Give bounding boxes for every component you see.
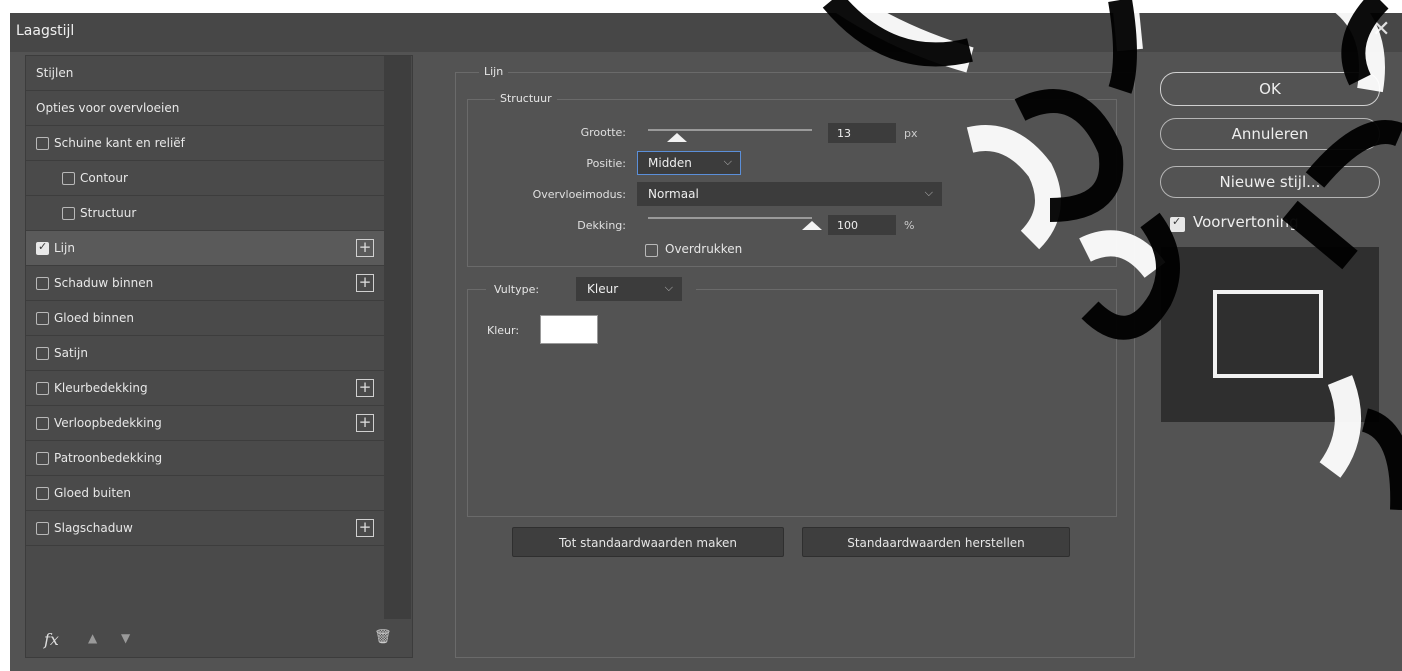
sidebar-item-stijlen[interactable]: Stijlen bbox=[26, 56, 384, 91]
preview-stroke-square bbox=[1213, 290, 1323, 378]
sidebar-item-checkbox[interactable] bbox=[36, 277, 49, 290]
sidebar-item-label: Kleurbedekking bbox=[54, 381, 148, 395]
chevron-down-icon: ⌵ bbox=[924, 186, 933, 199]
sidebar-item-label: Lijn bbox=[54, 241, 75, 255]
sidebar-item-label: Verloopbedekking bbox=[54, 416, 162, 430]
sidebar-item-checkbox[interactable] bbox=[36, 522, 49, 535]
move-up-icon[interactable]: ▲ bbox=[88, 631, 97, 645]
sidebar-item-satijn[interactable]: Satijn bbox=[26, 336, 384, 371]
title-bar[interactable]: Laagstijl ✕ bbox=[10, 13, 1402, 52]
styles-list-panel: Stijlen Opties voor overvloeien Schuine ka… bbox=[25, 55, 413, 658]
sidebar-item-kleurbedekking[interactable]: Kleurbedekking + bbox=[26, 371, 384, 406]
preview-thumbnail bbox=[1161, 247, 1379, 422]
sidebar-item-label: Stijlen bbox=[36, 66, 74, 80]
sidebar-item-checkbox[interactable] bbox=[36, 347, 49, 360]
add-effect-icon[interactable]: + bbox=[356, 274, 374, 292]
sidebar-item-contour[interactable]: Contour bbox=[26, 161, 384, 196]
sidebar-item-schaduw-binnen[interactable]: Schaduw binnen + bbox=[26, 266, 384, 301]
sidebar-item-label: Opties voor overvloeien bbox=[36, 101, 180, 115]
preview-checkbox[interactable]: Voorvertoning bbox=[1167, 212, 1367, 234]
sidebar-item-label: Satijn bbox=[54, 346, 88, 360]
overprint-checkbox[interactable]: Overdrukken bbox=[645, 242, 805, 260]
position-dropdown[interactable]: Midden ⌵ bbox=[637, 151, 741, 175]
sidebar-item-checkbox[interactable] bbox=[62, 172, 75, 185]
move-down-icon[interactable]: ▼ bbox=[121, 631, 130, 645]
opacity-input[interactable]: 100 bbox=[828, 215, 896, 235]
opacity-slider-thumb[interactable] bbox=[802, 221, 822, 230]
sidebar-item-slagschaduw[interactable]: Slagschaduw + bbox=[26, 511, 384, 546]
sidebar-item-label: Structuur bbox=[80, 206, 137, 220]
stroke-group-label: Lijn bbox=[479, 65, 509, 78]
add-effect-icon[interactable]: + bbox=[356, 414, 374, 432]
chevron-down-icon: ⌵ bbox=[664, 281, 673, 294]
new-style-button[interactable]: Nieuwe stijl... bbox=[1160, 166, 1380, 198]
sidebar-item-gloed-binnen[interactable]: Gloed binnen bbox=[26, 301, 384, 336]
sidebar-item-checkbox[interactable] bbox=[36, 452, 49, 465]
opacity-unit: % bbox=[904, 219, 915, 232]
position-value: Midden bbox=[648, 156, 692, 170]
sidebar-item-label: Gloed buiten bbox=[54, 486, 132, 500]
add-effect-icon[interactable]: + bbox=[356, 239, 374, 257]
trash-icon[interactable]: 🗑 bbox=[374, 629, 392, 645]
opacity-slider-track bbox=[648, 217, 812, 219]
size-slider-track bbox=[648, 129, 812, 131]
size-label: Grootte: bbox=[580, 126, 626, 139]
opacity-label: Dekking: bbox=[577, 219, 626, 232]
preview-checkbox-box[interactable] bbox=[1170, 215, 1185, 232]
sidebar-item-label: Patroonbedekking bbox=[54, 451, 163, 465]
fx-icon[interactable]: fx bbox=[44, 630, 59, 649]
add-effect-icon[interactable]: + bbox=[356, 379, 374, 397]
sidebar-item-patroonbedekking[interactable]: Patroonbedekking bbox=[26, 441, 384, 476]
structure-group-label: Structuur bbox=[495, 92, 557, 105]
fill-type-value: Kleur bbox=[587, 282, 619, 296]
sidebar-item-label: Schaduw binnen bbox=[54, 276, 154, 290]
sidebar-item-checkbox[interactable] bbox=[62, 207, 75, 220]
sidebar-item-label: Gloed binnen bbox=[54, 311, 134, 325]
styles-list: Stijlen Opties voor overvloeien Schuine ka… bbox=[26, 56, 384, 619]
fill-type-dropdown[interactable]: Kleur ⌵ bbox=[576, 277, 682, 301]
sidebar-item-label: Slagschaduw bbox=[54, 521, 133, 535]
size-slider[interactable] bbox=[648, 126, 812, 146]
color-swatch[interactable] bbox=[540, 315, 598, 344]
sidebar-item-checkbox[interactable] bbox=[36, 312, 49, 325]
dialog-title: Laagstijl bbox=[16, 23, 75, 39]
color-label: Kleur: bbox=[487, 324, 520, 337]
fill-type-row: Vultype: Kleur ⌵ bbox=[486, 276, 696, 302]
sidebar-item-checkbox[interactable] bbox=[36, 382, 49, 395]
chevron-down-icon: ⌵ bbox=[723, 155, 732, 168]
make-default-button[interactable]: Tot standaardwaarden maken bbox=[512, 527, 784, 557]
size-slider-thumb[interactable] bbox=[667, 133, 688, 142]
styles-list-scrollbar[interactable] bbox=[384, 56, 411, 619]
overprint-label: Overdrukken bbox=[665, 242, 743, 256]
sidebar-item-checkbox[interactable] bbox=[36, 137, 49, 150]
add-effect-icon[interactable]: + bbox=[356, 519, 374, 537]
size-input[interactable]: 13 bbox=[828, 123, 896, 143]
cancel-button[interactable]: Annuleren bbox=[1160, 118, 1380, 150]
sidebar-item-gloed-buiten[interactable]: Gloed buiten bbox=[26, 476, 384, 511]
sidebar-item-label: Schuine kant en reliëf bbox=[54, 136, 185, 150]
opacity-slider[interactable] bbox=[648, 214, 822, 234]
blend-mode-dropdown[interactable]: Normaal ⌵ bbox=[637, 182, 942, 206]
blend-mode-label: Overvloeimodus: bbox=[532, 188, 626, 201]
sidebar-item-label: Contour bbox=[80, 171, 128, 185]
ok-button[interactable]: OK bbox=[1160, 72, 1380, 106]
close-icon[interactable]: ✕ bbox=[1372, 17, 1390, 42]
sidebar-item-structuur[interactable]: Structuur bbox=[26, 196, 384, 231]
reset-default-button[interactable]: Standaardwaarden herstellen bbox=[802, 527, 1070, 557]
styles-list-footer: fx ▲ ▼ 🗑 bbox=[26, 619, 412, 658]
sidebar-item-checkbox[interactable] bbox=[36, 487, 49, 500]
size-unit: px bbox=[904, 127, 918, 140]
sidebar-item-verloopbedekking[interactable]: Verloopbedekking + bbox=[26, 406, 384, 441]
fill-type-label: Vultype: bbox=[494, 283, 540, 296]
sidebar-item-schuine-kant-en-reli-f[interactable]: Schuine kant en reliëf bbox=[26, 126, 384, 161]
sidebar-item-lijn[interactable]: Lijn + bbox=[26, 231, 384, 266]
blend-mode-value: Normaal bbox=[648, 187, 699, 201]
sidebar-item-checkbox[interactable] bbox=[36, 240, 49, 255]
sidebar-item-checkbox[interactable] bbox=[36, 417, 49, 430]
overprint-checkbox-box[interactable] bbox=[645, 244, 658, 257]
preview-label: Voorvertoning bbox=[1193, 213, 1299, 231]
sidebar-item-opties-voor-overvloeien[interactable]: Opties voor overvloeien bbox=[26, 91, 384, 126]
position-label: Positie: bbox=[586, 157, 626, 170]
